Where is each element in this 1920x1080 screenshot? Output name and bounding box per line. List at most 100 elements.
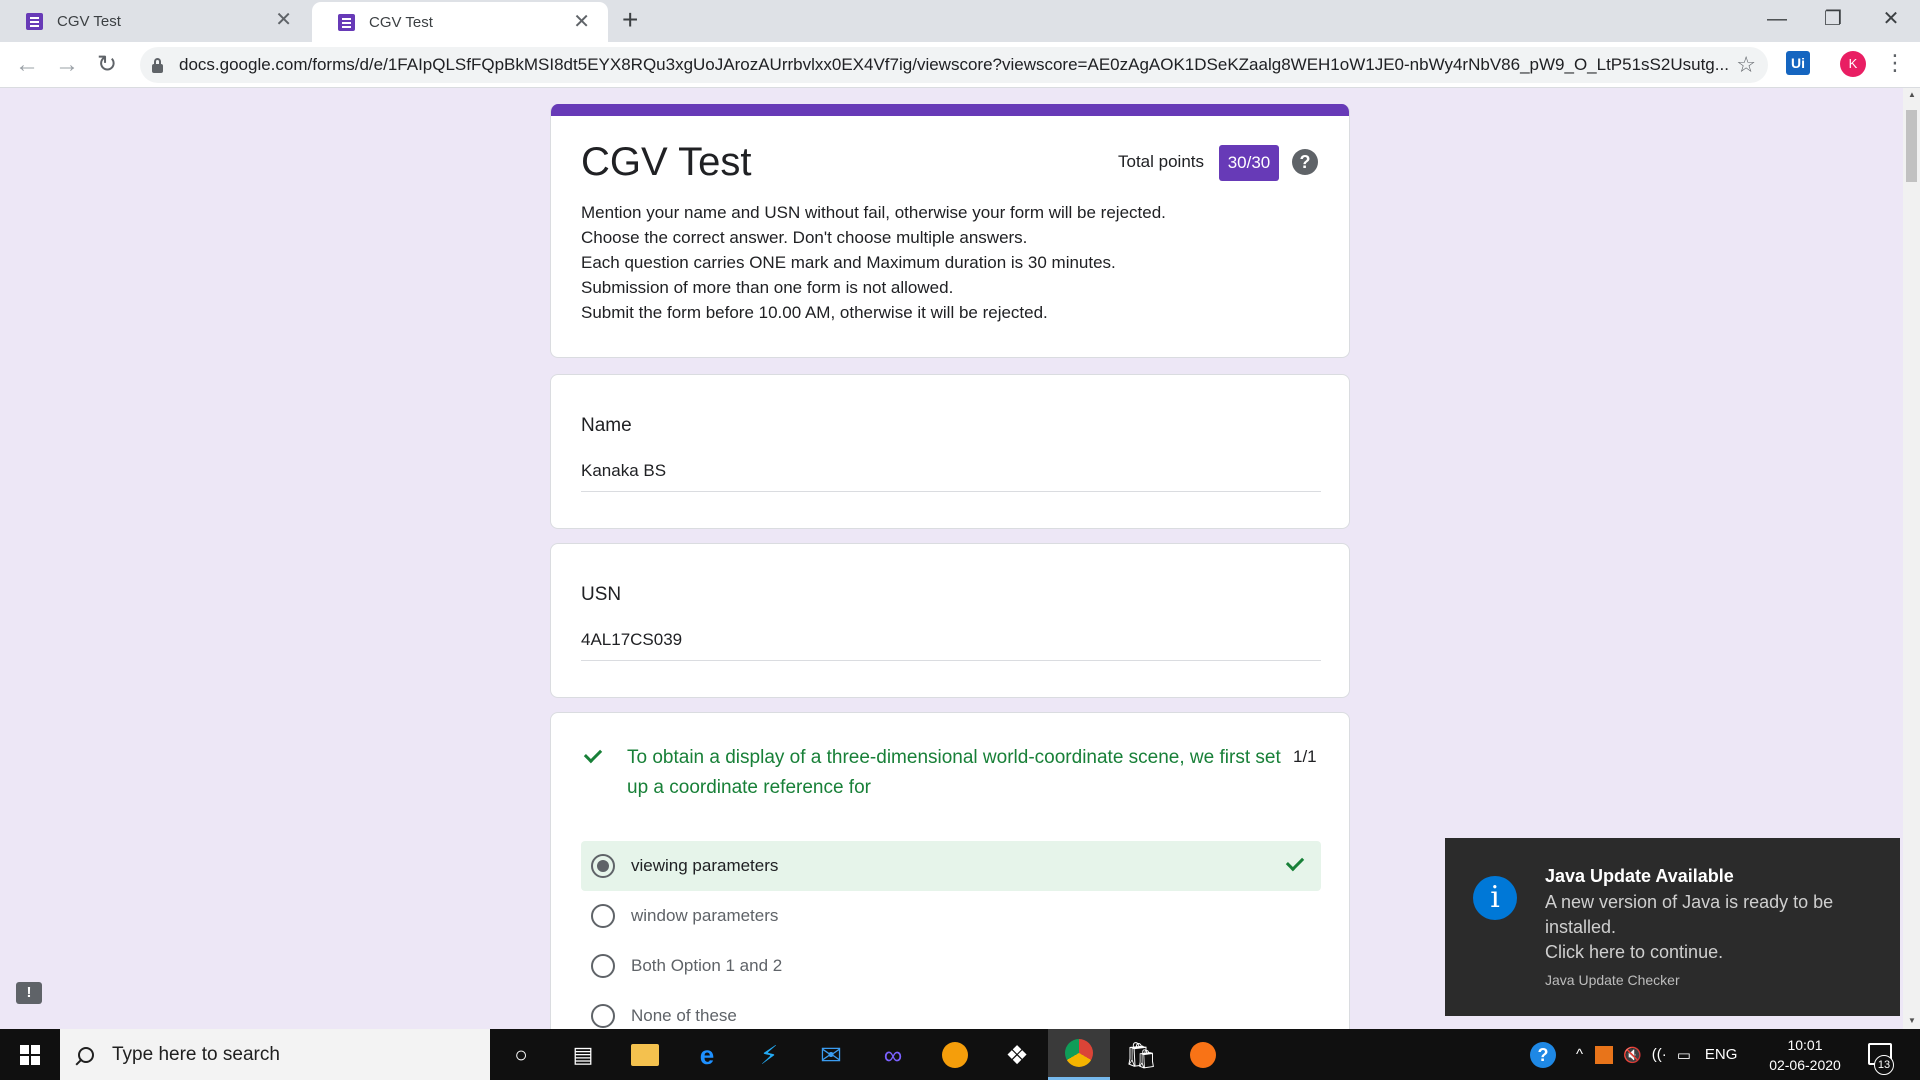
radio-selected-icon[interactable] (591, 854, 615, 878)
option-label: Both Option 1 and 2 (631, 956, 783, 975)
back-arrow-icon[interactable]: ← (12, 50, 42, 80)
tab-cgv-test-2[interactable]: CGV Test ✕ (312, 2, 608, 42)
browser-toolbar: ← → ↻ docs.google.com/forms/d/e/1FAIpQLS… (0, 42, 1920, 88)
app-tray-icon[interactable] (1595, 1045, 1614, 1064)
reload-icon[interactable]: ↻ (92, 50, 122, 80)
dropbox-icon[interactable]: ❖ (986, 1029, 1048, 1080)
option-label: viewing parameters (631, 856, 779, 875)
option-label: None of these (631, 1006, 737, 1025)
tab-title: CGV Test (57, 12, 121, 30)
language-indicator[interactable]: ENG (1705, 1046, 1738, 1063)
brave-icon[interactable] (924, 1029, 986, 1080)
windows-taskbar: Type here to search ○ ▤ e ⚡ ✉ ∞ ❖ 🛍 ? ^ … (0, 1029, 1920, 1080)
chevron-up-icon[interactable]: ^ (1576, 1046, 1583, 1063)
system-tray: ? ^ 🔇 ((· ▭ ENG (1530, 1029, 1737, 1080)
tab-strip: CGV Test ✕ CGV Test ✕ + — ❐ ✕ (0, 0, 1920, 42)
radio-icon[interactable] (591, 954, 615, 978)
clock-time: 10:01 (1787, 1037, 1823, 1053)
brave-icon[interactable] (1172, 1029, 1234, 1080)
total-points-label: Total points (1118, 152, 1204, 171)
edge-icon[interactable]: e (676, 1029, 738, 1080)
toast-message: A new version of Java is ready to be ins… (1545, 892, 1834, 937)
question-score: 1/1 (1293, 747, 1317, 766)
toast-source: Java Update Checker (1545, 972, 1680, 988)
chrome-icon[interactable] (1048, 1029, 1110, 1080)
cortana-icon[interactable]: ○ (490, 1029, 552, 1080)
mail-icon[interactable]: ✉ (800, 1029, 862, 1080)
close-tab-icon[interactable]: ✕ (275, 10, 292, 30)
scrollbar-thumb[interactable] (1906, 110, 1917, 182)
question-text: To obtain a display of a three-dimension… (627, 747, 1281, 798)
clock-date: 02-06-2020 (1769, 1057, 1841, 1073)
restore-button[interactable]: ❐ (1810, 4, 1856, 34)
answer-text: Kanaka BS (581, 461, 1321, 492)
tab-title: CGV Test (369, 13, 433, 31)
score-badge: 30/30 (1219, 145, 1279, 181)
toast-body: A new version of Java is ready to be ins… (1545, 890, 1875, 965)
option-none-of-these[interactable]: None of these (581, 991, 1321, 1029)
accent-band (551, 104, 1349, 116)
option-window-parameters[interactable]: window parameters (581, 891, 1321, 941)
description-line: Each question carries ONE mark and Maxim… (581, 253, 1116, 272)
radio-icon[interactable] (591, 904, 615, 928)
minimize-button[interactable]: — (1754, 4, 1800, 34)
form-description: Mention your name and USN without fail, … (581, 200, 1166, 325)
address-bar[interactable]: docs.google.com/forms/d/e/1FAIpQLSfFQpBk… (140, 47, 1768, 83)
search-icon (78, 1046, 94, 1063)
option-viewing-parameters[interactable]: viewing parameters (581, 841, 1321, 891)
visual-studio-code-icon[interactable]: ⚡ (738, 1029, 800, 1080)
question-label: Name (581, 415, 632, 436)
close-tab-icon[interactable]: ✕ (573, 12, 590, 32)
description-line: Mention your name and USN without fail, … (581, 203, 1166, 222)
scroll-up-arrow-icon[interactable]: ▲ (1908, 90, 1916, 99)
taskbar-clock[interactable]: 10:01 02-06-2020 (1760, 1035, 1850, 1075)
help-circle-icon[interactable]: ? (1530, 1041, 1556, 1068)
url-text[interactable]: docs.google.com/forms/d/e/1FAIpQLSfFQpBk… (179, 55, 1739, 75)
description-line: Choose the correct answer. Don't choose … (581, 228, 1028, 247)
start-button[interactable] (0, 1029, 60, 1080)
file-explorer-icon[interactable] (614, 1029, 676, 1080)
info-icon: i (1473, 876, 1517, 920)
wifi-icon[interactable]: ((· (1652, 1046, 1667, 1063)
checkmark-icon (1285, 852, 1305, 872)
lock-icon[interactable] (152, 57, 163, 73)
infinity-app-icon[interactable]: ∞ (862, 1029, 924, 1080)
question-1-card: To obtain a display of a three-dimension… (550, 712, 1350, 1029)
help-icon[interactable]: ? (1292, 149, 1318, 175)
scroll-down-arrow-icon[interactable]: ▼ (1908, 1016, 1916, 1025)
volume-muted-icon[interactable]: 🔇 (1623, 1046, 1642, 1064)
report-feedback-icon[interactable]: ! (16, 982, 42, 1004)
description-line: Submission of more than one form is not … (581, 278, 954, 297)
notification-count: 13 (1874, 1055, 1894, 1075)
java-update-toast[interactable]: i Java Update Available A new version of… (1445, 838, 1900, 1016)
radio-icon[interactable] (591, 1004, 615, 1028)
toast-action[interactable]: Click here to continue. (1545, 940, 1875, 965)
form-header-card: CGV Test Total points 30/30 ? Mention yo… (550, 104, 1350, 358)
store-icon[interactable]: 🛍 (1110, 1029, 1172, 1080)
forward-arrow-icon[interactable]: → (52, 50, 82, 80)
google-forms-icon (338, 13, 355, 31)
toast-title: Java Update Available (1545, 866, 1734, 886)
description-line: Submit the form before 10.00 AM, otherwi… (581, 303, 1048, 322)
option-both-1-and-2[interactable]: Both Option 1 and 2 (581, 941, 1321, 991)
question-label: USN (581, 584, 622, 605)
answer-text: 4AL17CS039 (581, 630, 1321, 661)
taskbar-search-box[interactable]: Type here to search (60, 1029, 490, 1080)
more-menu-icon[interactable]: ⋮ (1884, 51, 1906, 75)
bookmark-star-icon[interactable]: ☆ (1736, 52, 1756, 78)
plus-icon[interactable]: + (622, 6, 638, 34)
checkmark-icon (583, 744, 603, 764)
search-placeholder[interactable]: Type here to search (112, 1044, 280, 1066)
uipath-extension-icon[interactable]: Ui (1786, 51, 1810, 75)
profile-avatar[interactable]: K (1840, 51, 1866, 77)
form-title: CGV Test (581, 140, 752, 184)
tab-cgv-test-1[interactable]: CGV Test ✕ (0, 0, 310, 42)
option-label: window parameters (631, 906, 779, 925)
task-view-icon[interactable]: ▤ (552, 1029, 614, 1080)
page-scrollbar[interactable]: ▲ ▼ (1903, 88, 1920, 1029)
battery-icon[interactable]: ▭ (1677, 1046, 1691, 1064)
windows-logo-icon (20, 1045, 40, 1065)
name-question-card: Name Kanaka BS (550, 374, 1350, 529)
close-window-button[interactable]: ✕ (1868, 4, 1914, 34)
usn-question-card: USN 4AL17CS039 (550, 543, 1350, 698)
